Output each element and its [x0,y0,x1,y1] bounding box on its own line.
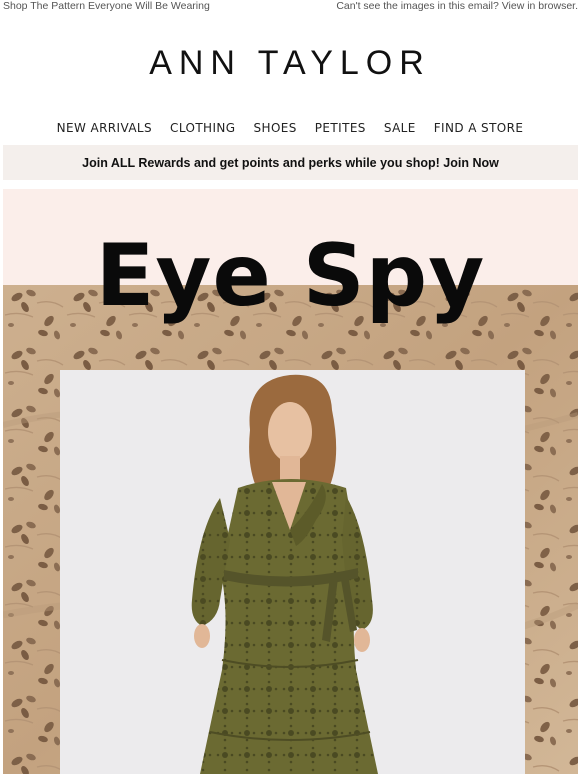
main-nav: NEW ARRIVALS CLOTHING SHOES PETITES SALE… [0,121,580,135]
hero-banner[interactable]: Eye Spy [3,189,578,774]
preheader: Shop The Pattern Everyone Will Be Wearin… [0,0,580,14]
ann-taylor-logo[interactable]: ANN TAYLOR [0,44,580,83]
nav-find-a-store[interactable]: FIND A STORE [425,121,533,135]
nav-clothing[interactable]: CLOTHING [161,121,244,135]
hero-title: Eye Spy [95,226,486,326]
nav-petites[interactable]: PETITES [306,121,375,135]
view-in-browser-link[interactable]: Can't see the images in this email? View… [336,0,578,14]
rewards-banner[interactable]: Join ALL Rewards and get points and perk… [3,145,578,180]
model-photo[interactable] [60,370,525,774]
nav-sale[interactable]: SALE [375,121,425,135]
model-in-eyelet-dress-image [60,370,525,774]
nav-shoes[interactable]: SHOES [245,121,306,135]
nav-new-arrivals[interactable]: NEW ARRIVALS [48,121,161,135]
preheader-tagline: Shop The Pattern Everyone Will Be Wearin… [3,0,210,12]
